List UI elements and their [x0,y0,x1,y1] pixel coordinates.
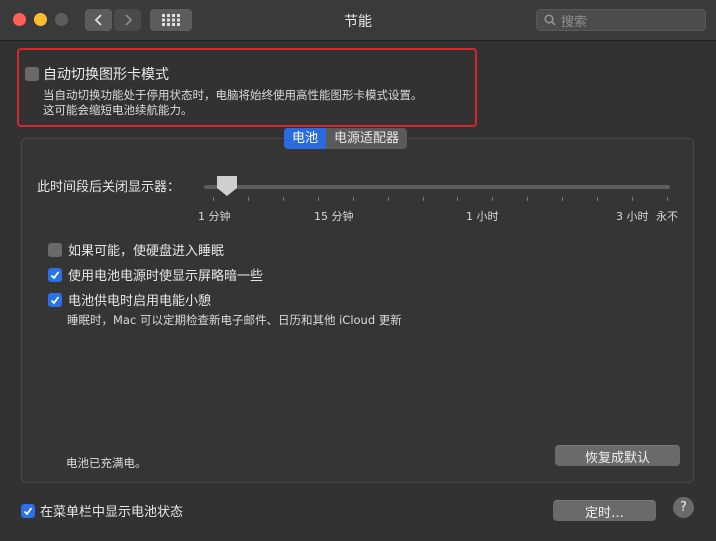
power-nap-option[interactable]: 电池供电时启用电能小憩 [48,290,211,309]
tick-label-1hour: 1 小时 [466,210,499,223]
slider-tick [492,197,494,201]
slider-tick [597,197,599,201]
slider-tick [317,197,319,201]
slider-tick [387,197,389,201]
checkmark-icon [50,270,60,279]
graphics-switching-description: 当自动切换功能处于停用状态时，电脑将始终使用高性能图形卡模式设置。 这可能会缩短… [43,88,423,118]
slider-tick [213,197,214,201]
graphics-switching-label: 自动切换图形卡模式 [43,67,169,83]
dim-display-checkbox[interactable] [48,267,62,282]
graphics-switching-section: 自动切换图形卡模式 当自动切换功能处于停用状态时，电脑将始终使用高性能图形卡模式… [17,48,477,127]
schedule-button[interactable]: 定时… [553,500,656,521]
power-nap-checkbox[interactable] [48,292,62,307]
hard-disk-sleep-option[interactable]: 如果可能，使硬盘进入睡眠 [48,240,224,259]
search-icon [544,14,556,26]
display-sleep-slider-track[interactable] [204,185,670,189]
restore-defaults-button[interactable]: 恢复成默认 [555,445,680,466]
slider-tick [422,197,424,201]
tick-label-3hours: 3 小时 [616,210,649,223]
show-battery-in-menubar-checkbox[interactable] [21,503,35,518]
power-nap-label: 电池供电时启用电能小憩 [68,294,212,309]
slider-tick [247,197,249,201]
checkmark-icon [50,295,60,304]
window-titlebar: 节能 搜索 [0,0,716,41]
graphics-switching-description-line2: 这可能会缩短电池续航能力。 [43,103,193,117]
tick-label-1min: 1 分钟 [198,210,231,223]
tab-power-adapter[interactable]: 电源适配器 [326,128,407,149]
checkmark-icon [23,506,33,515]
slider-tick [352,197,354,201]
tab-battery[interactable]: 电池 [284,128,327,149]
slider-tick [527,197,529,201]
slider-tick [457,197,459,201]
search-placeholder: 搜索 [561,14,588,30]
display-sleep-label: 此时间段后关闭显示器： [37,180,181,195]
power-nap-note: 睡眠时，Mac 可以定期检查新电子邮件、日历和其他 iCloud 更新 [67,313,402,327]
hard-disk-sleep-label: 如果可能，使硬盘进入睡眠 [68,244,225,259]
graphics-switching-description-line1: 当自动切换功能处于停用状态时，电脑将始终使用高性能图形卡模式设置。 [43,88,423,102]
slider-tick [282,197,284,201]
slider-tick [667,197,668,201]
slider-tick [632,197,634,201]
dim-display-label: 使用电池电源时使显示屏略暗一些 [68,269,264,284]
show-battery-in-menubar-label: 在菜单栏中显示电池状态 [40,505,184,520]
power-source-tabs: 电池 电源适配器 [284,128,408,149]
slider-tick [562,197,564,201]
graphics-switching-checkbox[interactable] [25,67,39,81]
tick-label-never: 永不 [656,210,678,223]
hard-disk-sleep-checkbox[interactable] [48,242,62,257]
search-field[interactable]: 搜索 [536,9,706,31]
tick-label-15min: 15 分钟 [314,210,354,223]
help-button[interactable]: ? [673,497,694,518]
show-battery-in-menubar-option[interactable]: 在菜单栏中显示电池状态 [21,501,183,520]
battery-status: 电池已充满电。 [66,456,147,470]
dim-display-option[interactable]: 使用电池电源时使显示屏略暗一些 [48,265,263,284]
